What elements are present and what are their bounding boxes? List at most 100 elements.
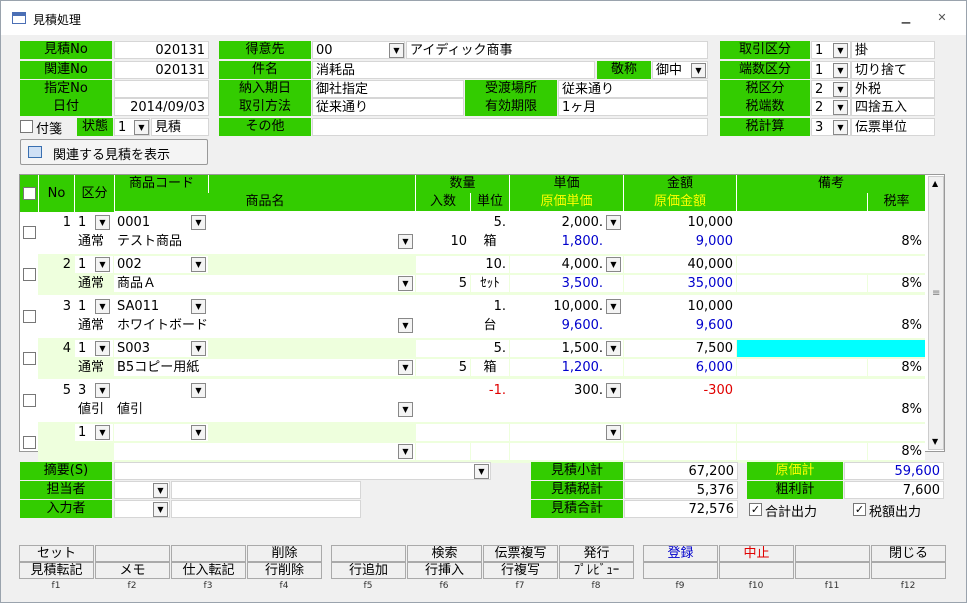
- row-tax-rate[interactable]: 8%: [868, 401, 925, 418]
- row-remark-sub[interactable]: [737, 443, 867, 460]
- customer-dropdown-icon[interactable]: ▼: [389, 43, 404, 58]
- row-cost-unit-price[interactable]: [510, 443, 623, 460]
- fkey-top-button[interactable]: 登録: [643, 545, 718, 562]
- row-tax-rate[interactable]: 8%: [868, 359, 925, 376]
- unit-price-dropdown-icon[interactable]: ▼: [606, 425, 621, 440]
- row-remark-sub[interactable]: [737, 233, 867, 250]
- row-irisu[interactable]: [416, 317, 470, 334]
- kubun-dropdown-icon[interactable]: ▼: [95, 425, 110, 440]
- row-unit[interactable]: 台: [471, 317, 509, 334]
- product-name-dropdown-icon[interactable]: ▼: [398, 444, 413, 459]
- product-code-dropdown-icon[interactable]: ▼: [191, 215, 206, 230]
- fkey-bottom-button[interactable]: 行削除: [247, 562, 322, 579]
- row-remark-sub[interactable]: [737, 401, 867, 418]
- row-remark-sub[interactable]: [737, 359, 867, 376]
- fkey-bottom-button[interactable]: 行挿入: [407, 562, 482, 579]
- row-product-name[interactable]: B5コピー用紙: [114, 359, 415, 376]
- row-remark[interactable]: [737, 298, 925, 315]
- product-code-dropdown-icon[interactable]: ▼: [191, 341, 206, 356]
- fkey-bottom-button[interactable]: 行追加: [331, 562, 406, 579]
- unit-price-dropdown-icon[interactable]: ▼: [606, 215, 621, 230]
- row-unit[interactable]: 箱: [471, 359, 509, 376]
- fkey-bottom-button[interactable]: [871, 562, 946, 579]
- row-quantity[interactable]: 5.: [416, 214, 509, 231]
- fkey-top-button[interactable]: [331, 545, 406, 562]
- row-checkbox[interactable]: [23, 268, 36, 281]
- row-checkbox[interactable]: [23, 352, 36, 365]
- fkey-top-button[interactable]: 削除: [247, 545, 322, 562]
- scroll-grip-icon[interactable]: ≡: [932, 288, 940, 299]
- row-unit[interactable]: 箱: [471, 233, 509, 250]
- fkey-bottom-button[interactable]: [795, 562, 870, 579]
- staff-dropdown-icon[interactable]: ▼: [153, 483, 168, 498]
- other-field[interactable]: [312, 118, 708, 136]
- row-product-name[interactable]: 値引: [114, 401, 415, 418]
- fkey-top-button[interactable]: [795, 545, 870, 562]
- row-product-name[interactable]: 商品Ａ: [114, 275, 415, 292]
- row-quantity[interactable]: [416, 424, 509, 441]
- row-cost-unit-price[interactable]: 1,200.: [510, 359, 623, 376]
- tax-type-dropdown-icon[interactable]: ▼: [833, 82, 848, 97]
- specified-no-field[interactable]: [114, 80, 209, 98]
- product-name-dropdown-icon[interactable]: ▼: [398, 234, 413, 249]
- fkey-top-button[interactable]: 伝票複写: [483, 545, 558, 562]
- unit-price-dropdown-icon[interactable]: ▼: [606, 383, 621, 398]
- kubun-dropdown-icon[interactable]: ▼: [95, 257, 110, 272]
- trade-type-dropdown-icon[interactable]: ▼: [833, 43, 848, 58]
- row-cost-unit-price[interactable]: 3,500.: [510, 275, 623, 292]
- fkey-bottom-button[interactable]: 行複写: [483, 562, 558, 579]
- sum-output-checkbox[interactable]: ✓: [749, 503, 762, 516]
- fkey-bottom-button[interactable]: メモ: [95, 562, 170, 579]
- tax-calc-dropdown-icon[interactable]: ▼: [833, 120, 848, 135]
- row-checkbox[interactable]: [23, 436, 36, 449]
- row-quantity[interactable]: -1.: [416, 382, 509, 399]
- trade-method-field[interactable]: 従来通り: [312, 98, 464, 116]
- row-checkbox[interactable]: [23, 310, 36, 323]
- row-irisu[interactable]: [416, 401, 470, 418]
- fkey-top-button[interactable]: [171, 545, 246, 562]
- row-unit[interactable]: [471, 443, 509, 460]
- fkey-top-button[interactable]: [95, 545, 170, 562]
- scroll-down-icon[interactable]: ▼: [932, 437, 938, 446]
- row-cost-unit-price[interactable]: 9,600.: [510, 317, 623, 334]
- row-tax-rate[interactable]: 8%: [868, 443, 925, 460]
- fkey-bottom-button[interactable]: 見積転記: [19, 562, 94, 579]
- row-product-name[interactable]: [114, 443, 415, 460]
- kubun-dropdown-icon[interactable]: ▼: [95, 299, 110, 314]
- related-no-field[interactable]: 020131: [114, 61, 209, 79]
- row-unit[interactable]: [471, 401, 509, 418]
- subject-field[interactable]: 消耗品: [312, 61, 595, 79]
- product-name-dropdown-icon[interactable]: ▼: [398, 402, 413, 417]
- kubun-dropdown-icon[interactable]: ▼: [95, 215, 110, 230]
- row-unit[interactable]: ｾｯﾄ: [471, 275, 509, 292]
- row-remark[interactable]: [737, 424, 925, 441]
- row-irisu[interactable]: [416, 443, 470, 460]
- related-quote-button[interactable]: 関連する見積を表示: [20, 139, 208, 165]
- minimize-button[interactable]: ▁: [898, 11, 914, 25]
- product-code-dropdown-icon[interactable]: ▼: [191, 257, 206, 272]
- unit-price-dropdown-icon[interactable]: ▼: [606, 257, 621, 272]
- select-all-checkbox[interactable]: [23, 187, 36, 200]
- kubun-dropdown-icon[interactable]: ▼: [95, 383, 110, 398]
- row-remark-sub[interactable]: [737, 275, 867, 292]
- fkey-top-button[interactable]: 中止: [719, 545, 794, 562]
- row-product-name[interactable]: テスト商品: [114, 233, 415, 250]
- sticky-checkbox[interactable]: [20, 120, 33, 133]
- kubun-dropdown-icon[interactable]: ▼: [95, 341, 110, 356]
- product-code-dropdown-icon[interactable]: ▼: [191, 383, 206, 398]
- row-quantity[interactable]: 1.: [416, 298, 509, 315]
- grid-scrollbar[interactable]: ▲ ≡ ▼: [928, 176, 944, 450]
- row-tax-rate[interactable]: 8%: [868, 317, 925, 334]
- scroll-up-icon[interactable]: ▲: [932, 179, 938, 188]
- validity-field[interactable]: 1ヶ月: [558, 98, 708, 116]
- row-irisu[interactable]: 5: [416, 359, 470, 376]
- status-dropdown-icon[interactable]: ▼: [134, 120, 149, 135]
- summary-dropdown-icon[interactable]: ▼: [474, 464, 489, 479]
- entry-dropdown-icon[interactable]: ▼: [153, 502, 168, 517]
- row-remark[interactable]: [737, 256, 925, 273]
- row-checkbox[interactable]: [23, 394, 36, 407]
- unit-price-dropdown-icon[interactable]: ▼: [606, 341, 621, 356]
- fkey-top-button[interactable]: 検索: [407, 545, 482, 562]
- fkey-bottom-button[interactable]: [719, 562, 794, 579]
- unit-price-dropdown-icon[interactable]: ▼: [606, 299, 621, 314]
